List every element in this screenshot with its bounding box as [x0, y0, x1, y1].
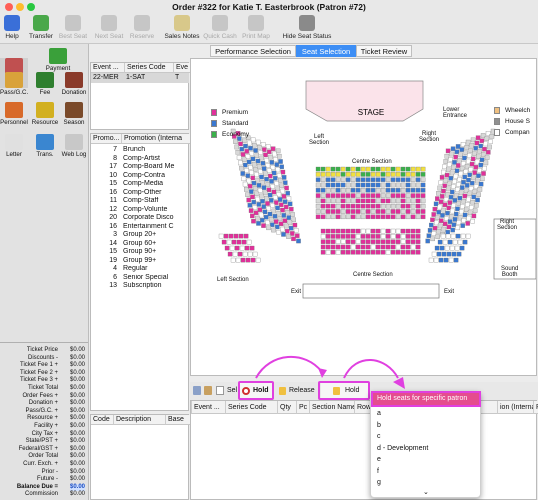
arrow-hold-to-dropdown — [343, 359, 399, 379]
dropdown-item[interactable]: c — [377, 433, 381, 440]
chevron-down-icon[interactable]: ⌄ — [423, 488, 429, 496]
seat-grid-col[interactable]: Prei — [533, 401, 538, 414]
dropdown-title[interactable]: Hold seats for specific patron — [371, 391, 481, 407]
arrow-hold-to-hold — [255, 356, 323, 379]
hold-patron-dropdown[interactable]: Hold seats for specific patron abc d - De… — [370, 391, 481, 498]
seat-grid-col[interactable]: Series Code — [225, 401, 277, 414]
dropdown-item[interactable]: g — [377, 479, 381, 486]
seat-grid-col[interactable]: Pc — [296, 401, 309, 414]
selected-seats-grid: Event ... Series Code Qty Pc Section Name Row… — [190, 400, 538, 500]
arrow-head-2 — [393, 377, 405, 389]
dropdown-item[interactable]: b — [377, 422, 381, 429]
dropdown-item[interactable]: a — [377, 410, 381, 417]
seat-grid-col[interactable]: Qty — [277, 401, 296, 414]
dropdown-item[interactable]: f — [377, 468, 379, 475]
seat-grid-col[interactable]: Event ... — [191, 401, 225, 414]
seat-grid-col[interactable]: ion (Internal) — [497, 401, 533, 414]
arrow-head-1 — [318, 368, 327, 378]
dropdown-item[interactable]: d - Development — [377, 445, 428, 452]
seat-grid-col[interactable]: Section Name — [309, 401, 354, 414]
dropdown-item[interactable]: e — [377, 456, 381, 463]
